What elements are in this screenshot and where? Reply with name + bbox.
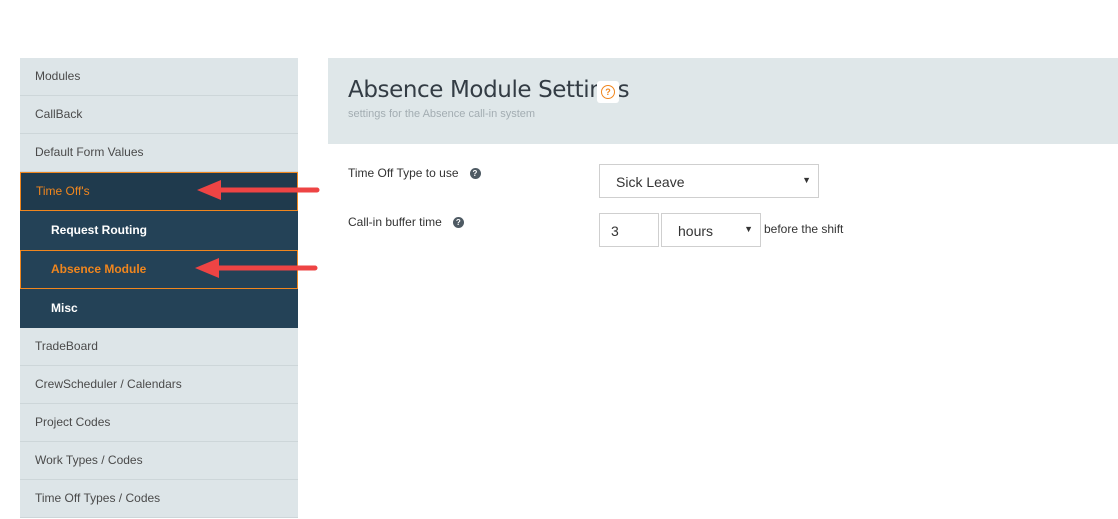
sidebar-subitem-misc[interactable]: Misc — [20, 289, 298, 328]
help-button[interactable]: ? — [597, 81, 619, 103]
sidebar-item-time-off-types-codes[interactable]: Time Off Types / Codes — [20, 480, 298, 518]
settings-header: Absence Module Settings ? settings for t… — [328, 58, 1118, 144]
settings-sidebar: Modules CallBack Default Form Values Tim… — [20, 58, 298, 518]
call-in-buffer-suffix: before the shift — [764, 222, 844, 236]
sidebar-item-modules[interactable]: Modules — [20, 58, 298, 96]
question-circle-icon[interactable]: ? — [452, 217, 464, 228]
call-in-buffer-amount-value: 3 — [611, 223, 619, 239]
sidebar-item-tradeboard[interactable]: TradeBoard — [20, 328, 298, 366]
sidebar-item-callback[interactable]: CallBack — [20, 96, 298, 134]
annotation-arrow-time-offs — [197, 180, 320, 200]
call-in-buffer-unit-value: hours — [678, 223, 714, 239]
time-off-type-label: Time Off Type to use? — [348, 166, 481, 180]
call-in-buffer-label-text: Call-in buffer time — [348, 215, 442, 229]
sidebar-item-default-form-values[interactable]: Default Form Values — [20, 134, 298, 172]
time-off-type-value: Sick Leave — [616, 174, 685, 190]
page-subtitle: settings for the Absence call-in system — [348, 108, 536, 120]
chevron-down-icon: ▼ — [802, 175, 811, 185]
call-in-buffer-label: Call-in buffer time? — [348, 215, 464, 229]
question-circle-icon: ? — [601, 85, 615, 99]
call-in-buffer-amount-input[interactable]: 3 — [599, 213, 659, 247]
question-circle-icon[interactable]: ? — [469, 168, 481, 179]
sidebar-item-project-codes[interactable]: Project Codes — [20, 404, 298, 442]
sidebar-item-work-types-codes[interactable]: Work Types / Codes — [20, 442, 298, 480]
page-title: Absence Module Settings — [348, 77, 630, 103]
time-off-type-label-text: Time Off Type to use — [348, 166, 459, 180]
annotation-arrow-absence-module — [195, 258, 318, 278]
call-in-buffer-unit-select[interactable]: hours ▼ — [661, 213, 761, 247]
chevron-down-icon: ▼ — [744, 224, 753, 234]
time-off-type-select[interactable]: Sick Leave ▼ — [599, 164, 819, 198]
sidebar-subitem-request-routing[interactable]: Request Routing — [20, 211, 298, 250]
sidebar-item-crewscheduler-calendars[interactable]: CrewScheduler / Calendars — [20, 366, 298, 404]
